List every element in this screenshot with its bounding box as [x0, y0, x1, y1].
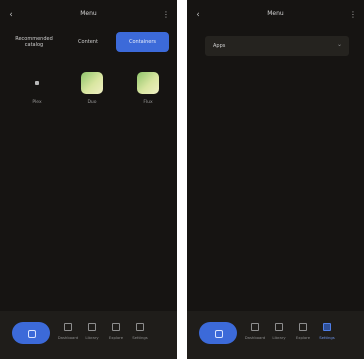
app-tile[interactable]: Plex	[17, 66, 57, 116]
category-dropdown[interactable]: Apps ⌄	[205, 36, 349, 56]
home-button[interactable]	[12, 322, 50, 344]
filter-content[interactable]: Content	[67, 32, 109, 52]
app-tile[interactable]: Flux	[128, 66, 168, 116]
dashboard-icon	[64, 323, 72, 331]
nav-settings[interactable]: Settings	[128, 321, 152, 347]
app-green-icon	[137, 72, 159, 94]
nav-dashboard[interactable]: Dashboard	[243, 321, 267, 347]
settings-icon	[136, 323, 144, 331]
nav-label: Settings	[319, 335, 335, 340]
settings-icon	[323, 323, 331, 331]
right-screen: ‹ Menu ⋮ Apps ⌄ Dashboard Library Explor…	[187, 0, 364, 359]
app-generic-icon	[26, 72, 48, 94]
app-label: Duo	[87, 100, 97, 105]
filter-recommended[interactable]: Recommended catalog	[8, 32, 60, 52]
bottom-nav: Dashboard Library Explore Settings	[187, 311, 364, 359]
nav-library[interactable]: Library	[267, 321, 291, 347]
library-icon	[275, 323, 283, 331]
app-tile[interactable]: Duo	[72, 66, 112, 116]
more-icon[interactable]: ⋮	[349, 9, 357, 21]
filter-row: Recommended catalog Content Containers	[8, 32, 169, 52]
page-title: Menu	[80, 10, 97, 17]
nav-label: Dashboard	[57, 335, 79, 340]
library-icon	[88, 323, 96, 331]
nav-explore[interactable]: Explore	[291, 321, 315, 347]
nav-label: Explore	[108, 335, 124, 340]
explore-icon	[299, 323, 307, 331]
nav-label: Library	[85, 335, 99, 340]
dashboard-icon	[251, 323, 259, 331]
left-screen: ‹ Menu ⋮ Recommended catalog Content Con…	[0, 0, 177, 359]
app-label: Flux	[143, 100, 153, 105]
app-grid: Plex Duo Flux	[0, 66, 177, 116]
nav-dashboard[interactable]: Dashboard	[56, 321, 80, 347]
nav-library[interactable]: Library	[80, 321, 104, 347]
top-bar: ‹ Menu ⋮	[0, 0, 177, 30]
home-button[interactable]	[199, 322, 237, 344]
nav-explore[interactable]: Explore	[104, 321, 128, 347]
more-icon[interactable]: ⋮	[162, 9, 170, 21]
top-bar: ‹ Menu ⋮	[187, 0, 364, 30]
page-title: Menu	[267, 10, 284, 17]
filter-containers[interactable]: Containers	[116, 32, 169, 52]
nav-settings[interactable]: Settings	[315, 321, 339, 347]
nav-label: Dashboard	[244, 335, 266, 340]
chevron-down-icon: ⌄	[336, 41, 342, 48]
nav-label: Settings	[132, 335, 148, 340]
bottom-nav: Dashboard Library Explore Settings	[0, 311, 177, 359]
app-label: Plex	[32, 100, 42, 105]
explore-icon	[112, 323, 120, 331]
dropdown-value: Apps	[213, 43, 226, 49]
nav-label: Explore	[295, 335, 311, 340]
nav-label: Library	[272, 335, 286, 340]
app-green-icon	[81, 72, 103, 94]
